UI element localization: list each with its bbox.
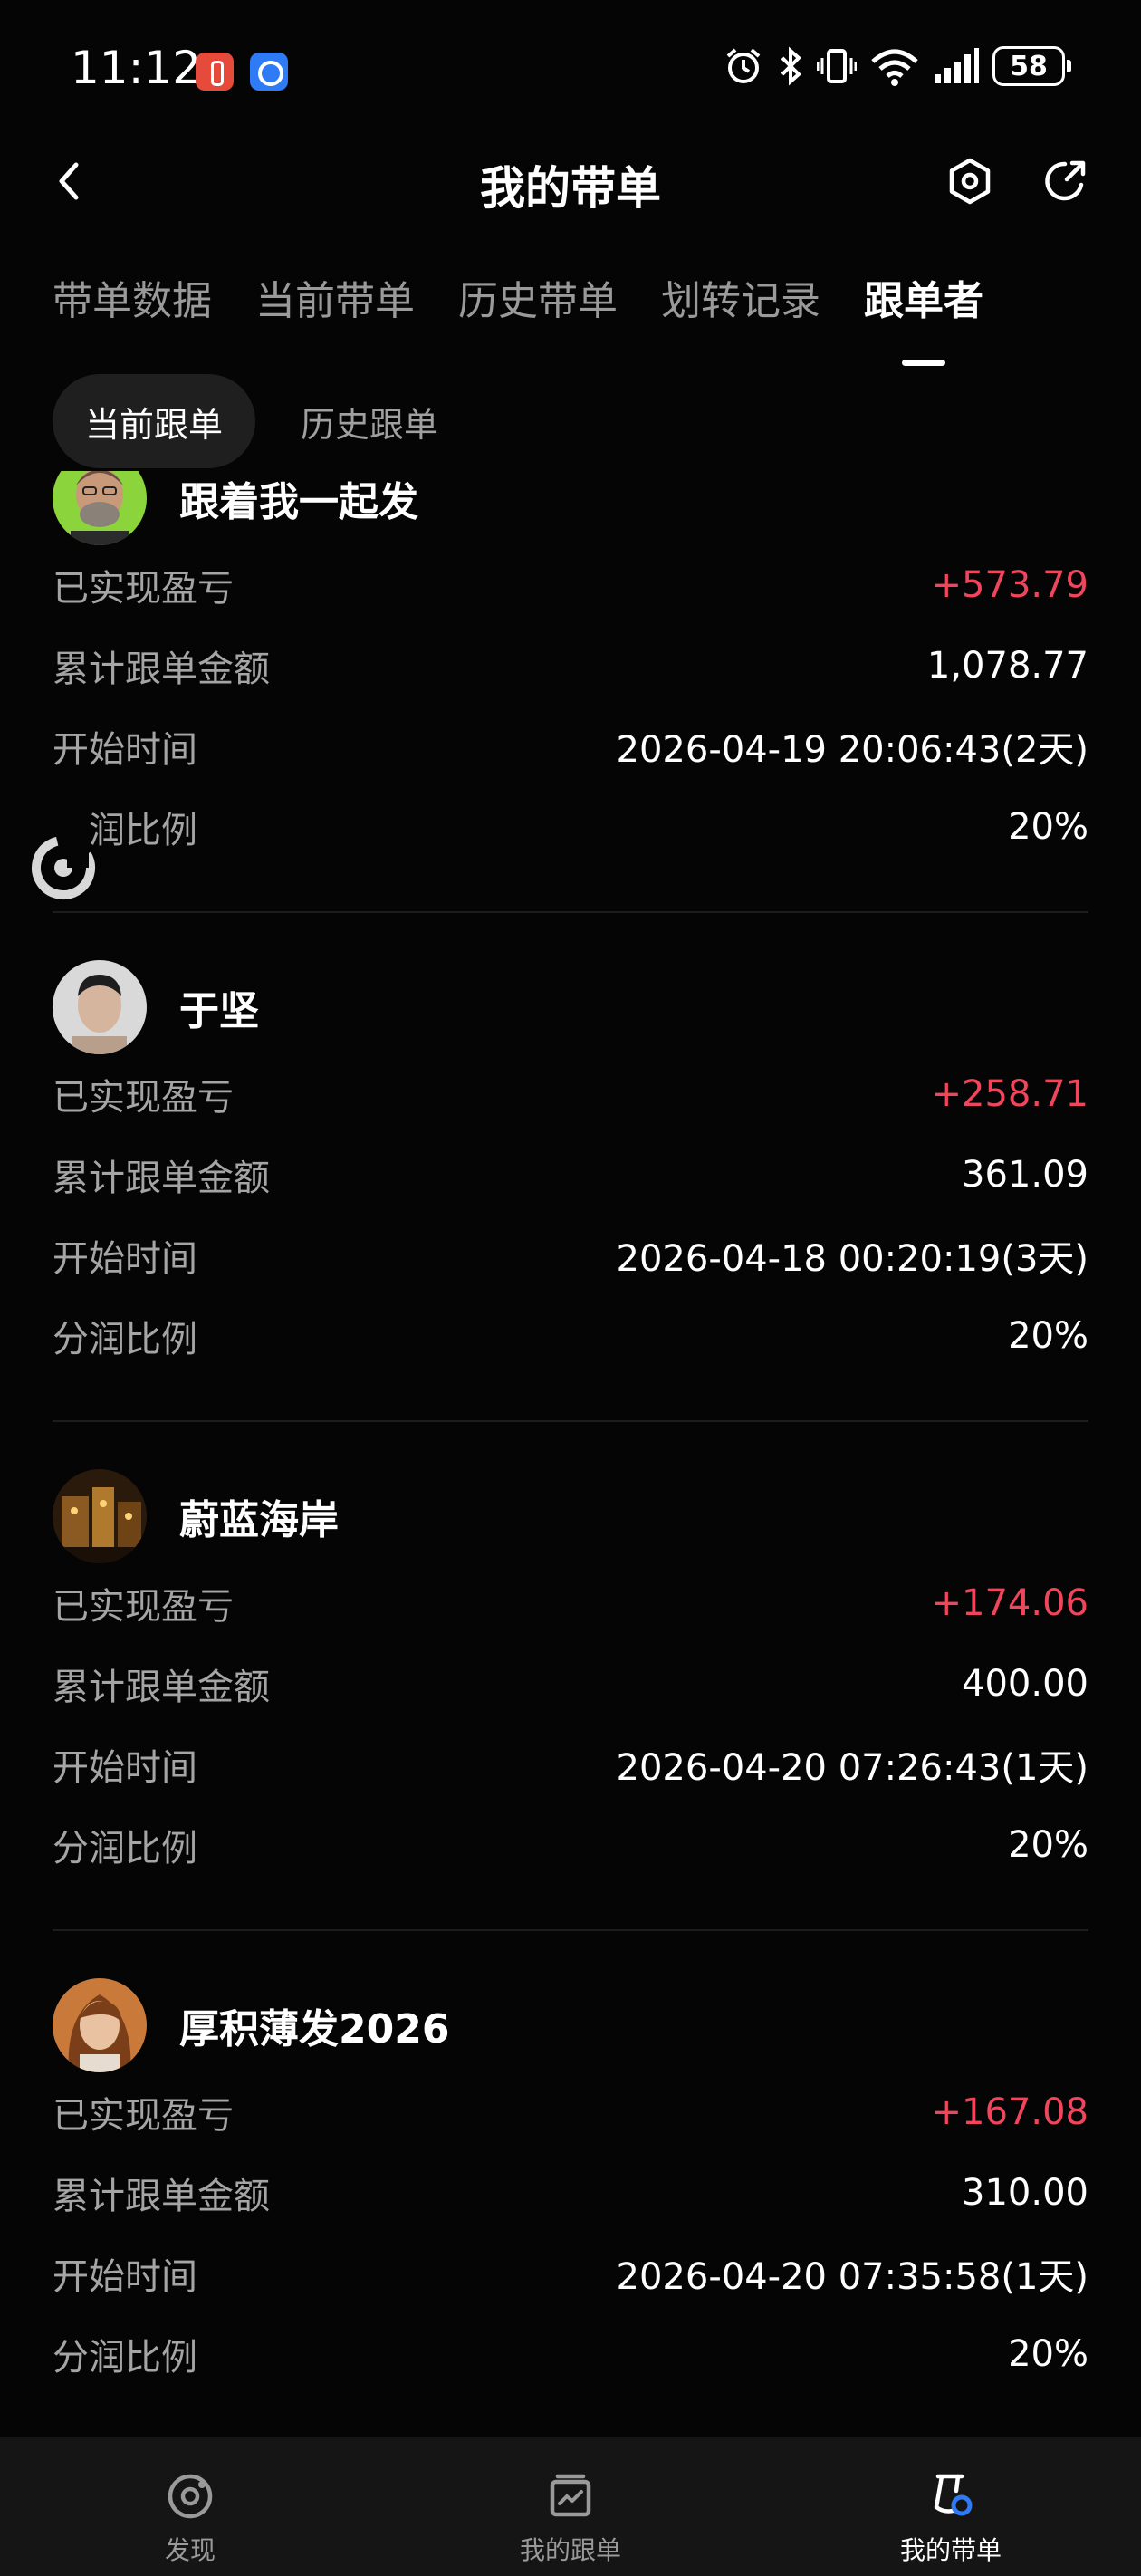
tab-bar: 带单数据 当前带单 历史带单 划转记录 跟单者 — [53, 268, 983, 366]
divider — [53, 1420, 1088, 1422]
amount-value: 1,078.77 — [926, 645, 1088, 687]
follower-list[interactable]: 跟着我一起发 已实现盈亏 +573.79 累计跟单金额 1,078.77 开始时… — [0, 471, 1141, 2437]
discover-icon — [168, 2474, 213, 2519]
pnl-label: 已实现盈亏 — [53, 1077, 234, 1119]
signal-icon — [935, 48, 979, 83]
follower-header: 于坚 — [53, 960, 259, 1054]
amount-value: 310.00 — [962, 2172, 1088, 2214]
profit-share-row: 分润比例 20% — [53, 1818, 1088, 1872]
divider — [53, 911, 1088, 913]
pnl-value: +174.06 — [931, 1582, 1088, 1624]
amount-value: 361.09 — [962, 1154, 1088, 1196]
start-time-label: 开始时间 — [53, 729, 197, 771]
start-time-row: 开始时间 2026-04-19 20:06:43(2天) — [53, 719, 1088, 774]
avatar — [53, 1469, 147, 1563]
avatar — [53, 471, 147, 545]
nav-my-trades[interactable]: 我的带单 — [761, 2437, 1141, 2576]
amount-row: 累计跟单金额 361.09 — [53, 1148, 1088, 1202]
start-time-label: 开始时间 — [53, 1238, 197, 1280]
divider — [53, 1929, 1088, 1931]
nav-my-follows[interactable]: 我的跟单 — [380, 2437, 761, 2576]
start-time-row: 开始时间 2026-04-20 07:35:58(1天) — [53, 2246, 1088, 2301]
segmented-control: 当前跟单 历史跟单 — [53, 374, 471, 468]
amount-row: 累计跟单金额 400.00 — [53, 1657, 1088, 1711]
pnl-value: +167.08 — [931, 2091, 1088, 2133]
pnl-label: 已实现盈亏 — [53, 568, 234, 610]
profit-share-row: 分润比例 20% — [53, 2327, 1088, 2381]
follower-header: 跟着我一起发 — [53, 471, 418, 545]
tab-transfer-records[interactable]: 划转记录 — [661, 268, 820, 332]
profit-share-label: 分润比例 — [53, 1828, 197, 1870]
segment-current-follow[interactable]: 当前跟单 — [53, 374, 256, 468]
app-root: 11:12 58 我的带单 带单数据 当前带单 历史带单 划转记录 跟单者 当前… — [0, 0, 1141, 2576]
pnl-label: 已实现盈亏 — [53, 2095, 234, 2137]
status-icons: 58 — [723, 45, 1071, 87]
pnl-value: +573.79 — [931, 564, 1088, 606]
pnl-row: 已实现盈亏 +174.06 — [53, 1576, 1088, 1630]
follower-name: 厚积薄发2026 — [179, 2006, 450, 2052]
follower-name: 于坚 — [179, 988, 259, 1034]
profit-share-value: 20% — [1008, 1315, 1088, 1357]
bluetooth-icon — [781, 46, 801, 86]
amount-label: 累计跟单金额 — [53, 1667, 270, 1708]
start-time-value: 2026-04-20 07:35:58(1天) — [616, 2256, 1088, 2298]
tab-history-trades[interactable]: 历史带单 — [458, 268, 618, 332]
pnl-label: 已实现盈亏 — [53, 1586, 234, 1628]
chart-box-icon — [550, 2474, 591, 2517]
start-time-value: 2026-04-18 00:20:19(3天) — [616, 1238, 1088, 1280]
profit-share-row: 分润比例 20% — [53, 1309, 1088, 1363]
nav-my-trades-label: 我的带单 — [899, 2535, 1002, 2565]
tab-current-trades[interactable]: 当前带单 — [255, 268, 415, 332]
pnl-row: 已实现盈亏 +258.71 — [53, 1067, 1088, 1121]
follower-name: 蔚蓝海岸 — [179, 1497, 339, 1543]
start-time-row: 开始时间 2026-04-18 00:20:19(3天) — [53, 1228, 1088, 1283]
top-app-bar: 我的带单 — [0, 136, 1141, 226]
tab-followers[interactable]: 跟单者 — [864, 268, 983, 366]
floating-assistant-icon[interactable] — [31, 835, 96, 900]
start-time-row: 开始时间 2026-04-20 07:26:43(1天) — [53, 1737, 1088, 1792]
amount-row: 累计跟单金额 310.00 — [53, 2166, 1088, 2220]
nav-my-follows-label: 我的跟单 — [519, 2535, 621, 2565]
profit-share-value: 20% — [1008, 1824, 1088, 1866]
status-bar: 11:12 58 — [0, 0, 1141, 136]
share-icon[interactable] — [1040, 156, 1090, 207]
segment-history-follow[interactable]: 历史跟单 — [268, 374, 471, 468]
status-time: 11:12 — [71, 42, 202, 94]
tab-trade-data[interactable]: 带单数据 — [53, 268, 212, 332]
follower-header: 蔚蓝海岸 — [53, 1469, 339, 1563]
wifi-icon — [871, 49, 918, 86]
settings-icon[interactable] — [944, 156, 995, 207]
alarm-icon — [726, 48, 761, 83]
flag-icon — [934, 2474, 973, 2516]
battery-indicator: 58 — [992, 46, 1071, 86]
profit-share-label: 分润比例 — [53, 2337, 197, 2379]
follower-header: 厚积薄发2026 — [53, 1978, 449, 2072]
amount-value: 400.00 — [962, 1663, 1088, 1705]
notification-app-icon — [196, 53, 234, 91]
nav-discover[interactable]: 发现 — [0, 2437, 380, 2576]
start-time-label: 开始时间 — [53, 1747, 197, 1789]
vibrate-icon — [817, 49, 857, 83]
amount-row: 累计跟单金额 1,078.77 — [53, 639, 1088, 693]
avatar — [53, 1978, 147, 2072]
start-time-label: 开始时间 — [53, 2256, 197, 2298]
nav-discover-label: 发现 — [164, 2535, 216, 2565]
amount-label: 累计跟单金额 — [53, 649, 270, 690]
bottom-nav: 发现 我的跟单 我的带单 — [0, 2437, 1141, 2576]
pnl-row: 已实现盈亏 +167.08 — [53, 2085, 1088, 2139]
amount-label: 累计跟单金额 — [53, 1158, 270, 1199]
profit-share-row: 润比例 20% — [53, 800, 1088, 854]
avatar — [53, 960, 147, 1054]
follower-name: 跟着我一起发 — [179, 479, 418, 525]
pnl-value: +258.71 — [931, 1073, 1088, 1115]
profit-share-value: 20% — [1008, 2333, 1088, 2375]
profit-share-label: 分润比例 — [53, 1319, 197, 1360]
start-time-value: 2026-04-19 20:06:43(2天) — [616, 729, 1088, 771]
amount-label: 累计跟单金额 — [53, 2176, 270, 2217]
start-time-value: 2026-04-20 07:26:43(1天) — [616, 1747, 1088, 1789]
profit-share-value: 20% — [1008, 806, 1088, 848]
pnl-row: 已实现盈亏 +573.79 — [53, 558, 1088, 612]
notification-app-icon-2 — [250, 53, 288, 91]
